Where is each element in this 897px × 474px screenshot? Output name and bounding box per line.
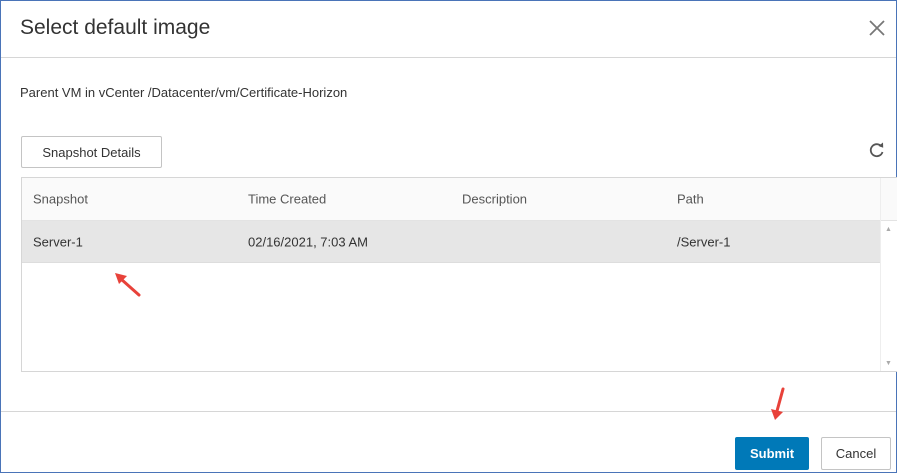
- column-header-path[interactable]: Path: [677, 192, 704, 207]
- snapshot-table: Snapshot Time Created Description Path S…: [21, 177, 897, 372]
- dialog-header: Select default image: [1, 1, 896, 58]
- cancel-button[interactable]: Cancel: [821, 437, 891, 470]
- select-default-image-dialog: Select default image Parent VM in vCente…: [0, 0, 897, 473]
- scroll-down-icon[interactable]: ▼: [885, 360, 892, 367]
- scroll-up-icon[interactable]: ▲: [885, 226, 892, 233]
- parent-vm-path: Parent VM in vCenter /Datacenter/vm/Cert…: [20, 85, 348, 100]
- column-header-snapshot[interactable]: Snapshot: [33, 192, 88, 207]
- column-header-time-created[interactable]: Time Created: [248, 192, 326, 207]
- annotation-arrow-icon: [115, 273, 141, 297]
- submit-button[interactable]: Submit: [735, 437, 809, 470]
- dialog-footer: Submit Cancel: [1, 411, 896, 474]
- dialog-title: Select default image: [20, 16, 211, 39]
- cell-path: /Server-1: [677, 234, 731, 249]
- column-header-description[interactable]: Description: [462, 192, 527, 207]
- cell-time-created: 02/16/2021, 7:03 AM: [248, 234, 368, 249]
- close-icon[interactable]: [864, 15, 890, 41]
- refresh-icon[interactable]: [866, 139, 888, 161]
- table-row[interactable]: Server-1 02/16/2021, 7:03 AM /Server-1: [22, 221, 882, 263]
- annotation-arrow-icon: [771, 387, 785, 420]
- cell-snapshot: Server-1: [33, 234, 83, 249]
- snapshot-details-button[interactable]: Snapshot Details: [21, 136, 162, 168]
- table-scrollbar[interactable]: ▲ ▼: [880, 178, 897, 371]
- table-header: Snapshot Time Created Description Path: [22, 178, 882, 221]
